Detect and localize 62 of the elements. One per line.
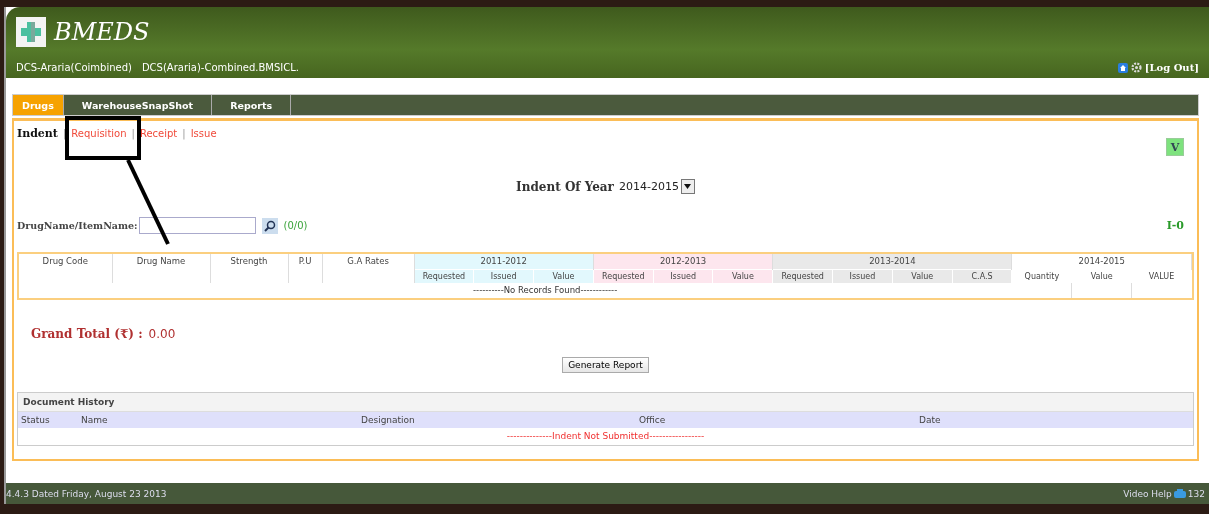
grand-total-value: 0.00 [148,327,176,341]
user-info: DCS-Araria(Coimbined) [16,62,132,73]
subnav-link[interactable]: Issue [190,128,217,139]
column-header: Value [713,269,773,283]
user-info: DCS(Araria)-Combined.BMSICL. [141,62,299,73]
column-header: Requested [414,269,474,283]
year-select[interactable]: 2014-2015 [618,179,695,194]
year-group-header: 2011-2012 [414,254,594,270]
home-icon[interactable] [1117,62,1128,73]
subnav-link[interactable]: Requisition [71,128,127,139]
column-header: Status [21,415,51,425]
logout-link[interactable]: [Log Out] [1144,62,1199,73]
tab[interactable]: WarehouseSnapShot [63,95,213,115]
column-header: Value [533,269,594,283]
visitor-count: 132 [1187,488,1205,499]
subnav-link[interactable]: Indent [17,127,58,140]
column-header: G.A Rates [322,254,414,283]
video-icon[interactable] [1173,488,1186,499]
empty-message: --------------Indent Not Submitted----------------- [505,430,706,443]
year-group-header: 2013-2014 [772,254,1012,270]
search-icon [263,219,276,232]
search-button[interactable] [261,217,278,234]
column-header: C.A.S [952,269,1012,283]
column-header: Value [1071,269,1132,283]
tab[interactable]: Reports [212,95,292,115]
year-group-header: 2012-2013 [593,254,773,270]
column-header: Issued [832,269,893,283]
column-header: P.U [288,254,322,283]
video-help-link[interactable]: Video Help [1123,488,1172,499]
search-label: DrugName/ItemName: [17,220,138,231]
column-header: Name [81,415,109,425]
year-group-header: 2014-2015 [1011,254,1192,270]
separator: | [131,128,135,139]
result-count: (0/0) [283,220,309,231]
column-header: Strength [210,254,288,283]
version-info: 4.4.3 Dated Friday, August 23 2013 [6,488,167,499]
logo-icon [16,17,46,47]
column-header: Requested [772,269,833,283]
settings-icon[interactable] [1130,62,1142,73]
search-field[interactable] [138,217,256,234]
generate-report-button[interactable]: Generate Report [562,357,649,373]
caret-icon [684,184,692,189]
column-header: Office [639,415,667,425]
separator: | [182,128,186,139]
empty-message: ----------No Records Found------------ [19,283,1072,298]
indent-counter: I-0 [1166,219,1184,232]
column-header: Issued [473,269,534,283]
year-label: Indent Of Year [516,179,614,194]
subnav-link[interactable]: Receipt [139,128,178,139]
column-header: Issued [653,269,713,283]
v-button[interactable]: V [1166,138,1184,156]
column-header: Drug Name [112,254,210,283]
logo-text: BMEDS [54,18,150,46]
column-header: Date [919,415,942,425]
column-header: Designation [361,415,416,425]
column-header: Value [892,269,953,283]
grand-total-label: Grand Total (₹) : [31,327,143,341]
separator: | [62,128,67,139]
column-header: Requested [593,269,654,283]
column-header: VALUE [1131,269,1192,283]
section-title: Document History [18,393,1193,412]
column-header: Quantity [1011,269,1072,283]
